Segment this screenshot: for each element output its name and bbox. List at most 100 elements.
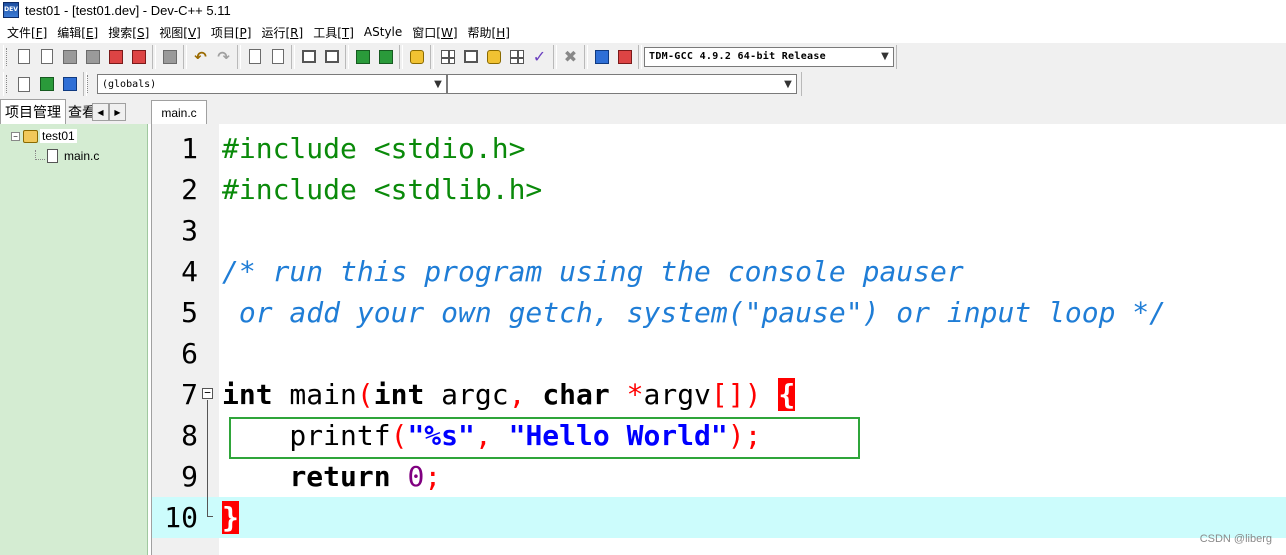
scope-select[interactable]: (globals) ▼ xyxy=(97,74,447,94)
undo-icon: ↶ xyxy=(194,47,207,66)
compile-icon xyxy=(440,49,455,64)
compile-run-icon xyxy=(486,49,501,64)
menu-astyle[interactable]: AStyle xyxy=(360,25,408,39)
print-button[interactable] xyxy=(158,46,181,68)
code-line: 1 #include <stdio.h> xyxy=(152,128,1286,169)
tree-project-node[interactable]: − test01 xyxy=(11,129,77,143)
file-icon xyxy=(47,149,58,163)
rebuild-all-icon xyxy=(509,49,524,64)
tab-project-manager[interactable]: 项目管理 xyxy=(0,99,66,124)
profile-button[interactable] xyxy=(590,46,613,68)
open-file-icon xyxy=(40,49,53,64)
run-button[interactable] xyxy=(459,46,482,68)
tab-scroll-right-button[interactable]: ▶ xyxy=(109,103,126,121)
chevron-left-icon: ◀ xyxy=(97,107,104,117)
highlight-box xyxy=(229,417,860,459)
delete-profile-button[interactable] xyxy=(613,46,636,68)
project-icon xyxy=(23,129,38,143)
tab-main-c[interactable]: main.c xyxy=(151,100,207,124)
menu-help[interactable]: 帮助[H] xyxy=(464,24,516,41)
redo-button[interactable]: ↷ xyxy=(212,46,235,68)
toolbar-grip[interactable] xyxy=(6,47,9,66)
line-number: 1 xyxy=(181,132,198,165)
new-file-icon xyxy=(17,49,30,64)
left-panel-tabs: 项目管理 查看 ◀ ▶ xyxy=(0,98,151,124)
collapse-icon[interactable]: − xyxy=(11,131,20,141)
class-toolbar: (globals) ▼ ▼ xyxy=(0,70,1286,98)
save-all-button[interactable] xyxy=(81,46,104,68)
goto-definition-icon xyxy=(39,77,54,91)
menu-window[interactable]: 窗口[W] xyxy=(408,24,463,41)
printer-icon xyxy=(162,49,177,64)
indent-button[interactable] xyxy=(297,46,320,68)
menu-edit[interactable]: 编辑[E] xyxy=(53,24,104,41)
chevron-down-icon: ▼ xyxy=(434,78,442,90)
rebuild-all-button[interactable] xyxy=(505,46,528,68)
save-button[interactable] xyxy=(58,46,81,68)
menu-search[interactable]: 搜索[S] xyxy=(104,24,155,41)
stop-toolbar-group: ✖ xyxy=(556,44,585,69)
menu-tools[interactable]: 工具[T] xyxy=(309,24,360,41)
editor-tab-bar: main.c xyxy=(151,98,1286,124)
code-text: #include <stdlib.h> xyxy=(222,173,543,206)
code-text: #include <stdio.h> xyxy=(222,132,526,165)
menu-project[interactable]: 项目[P] xyxy=(207,24,258,41)
class-browser-group: (globals) ▼ ▼ xyxy=(86,72,802,96)
compile-run-button[interactable] xyxy=(482,46,505,68)
open-file-button[interactable] xyxy=(35,46,58,68)
main-toolbar: ↶ ↷ ✓ ✖ TDM-GCC 4.9.2 64-bit Release ▼ xyxy=(0,43,1286,70)
check-icon: ✓ xyxy=(532,46,547,66)
chevron-down-icon: ▼ xyxy=(784,78,792,90)
tab-scroll-left-button[interactable]: ◀ xyxy=(92,103,109,121)
fold-line xyxy=(207,400,208,516)
add-to-project-button[interactable] xyxy=(351,46,374,68)
project-options-icon xyxy=(409,49,424,64)
toolbar-grip[interactable] xyxy=(87,75,90,93)
new-file-button[interactable] xyxy=(12,46,35,68)
line-number: 6 xyxy=(181,337,198,370)
replace-button[interactable] xyxy=(266,46,289,68)
code-editor[interactable]: 1 #include <stdio.h> 2 #include <stdlib.… xyxy=(151,124,1286,555)
code-text: or add your own getch, system("pause") o… xyxy=(222,296,1167,329)
close-all-button[interactable] xyxy=(127,46,150,68)
menu-bar: 文件[F] 编辑[E] 搜索[S] 视图[V] 项目[P] 运行[R] 工具[T… xyxy=(0,21,1286,43)
line-number: 3 xyxy=(181,214,198,247)
toolbar-grip[interactable] xyxy=(6,75,9,93)
compile-button[interactable] xyxy=(436,46,459,68)
bookmark-button[interactable] xyxy=(58,73,81,95)
menu-view[interactable]: 视图[V] xyxy=(155,24,207,41)
goto-declaration-button[interactable] xyxy=(12,73,35,95)
profile-toolbar-group xyxy=(587,44,639,69)
tree-connector xyxy=(35,159,45,160)
menu-file[interactable]: 文件[F] xyxy=(3,24,53,41)
code-line: 2 #include <stdlib.h> xyxy=(152,169,1286,210)
project-tree: − test01 main.c xyxy=(0,124,148,555)
member-select[interactable]: ▼ xyxy=(447,74,797,94)
file-toolbar-group xyxy=(3,44,153,69)
close-file-icon xyxy=(108,49,123,64)
goto-definition-button[interactable] xyxy=(35,73,58,95)
close-file-button[interactable] xyxy=(104,46,127,68)
find-button[interactable] xyxy=(243,46,266,68)
fold-collapse-icon[interactable]: − xyxy=(202,387,213,399)
syntax-check-button[interactable]: ✓ xyxy=(528,46,551,68)
scope-select-value: (globals) xyxy=(102,78,157,90)
line-number: 5 xyxy=(181,296,198,329)
remove-from-project-icon xyxy=(378,49,393,64)
stop-icon: ✖ xyxy=(563,46,578,66)
chart-icon xyxy=(594,49,609,64)
tree-file-node[interactable]: main.c xyxy=(47,149,99,163)
code-text: return 0; xyxy=(289,460,442,493)
code-line: 3 xyxy=(152,210,1286,251)
undo-button[interactable]: ↶ xyxy=(189,46,212,68)
remove-from-project-button[interactable] xyxy=(374,46,397,68)
save-icon xyxy=(62,49,77,64)
compiler-select[interactable]: TDM-GCC 4.9.2 64-bit Release ▼ xyxy=(644,46,894,67)
project-options-button[interactable] xyxy=(405,46,428,68)
tab-view[interactable]: 查看 xyxy=(66,100,92,124)
stop-execution-button[interactable]: ✖ xyxy=(559,46,582,68)
unindent-button[interactable] xyxy=(320,46,343,68)
run-icon xyxy=(463,50,478,63)
replace-icon xyxy=(271,49,284,64)
menu-run[interactable]: 运行[R] xyxy=(257,24,309,41)
